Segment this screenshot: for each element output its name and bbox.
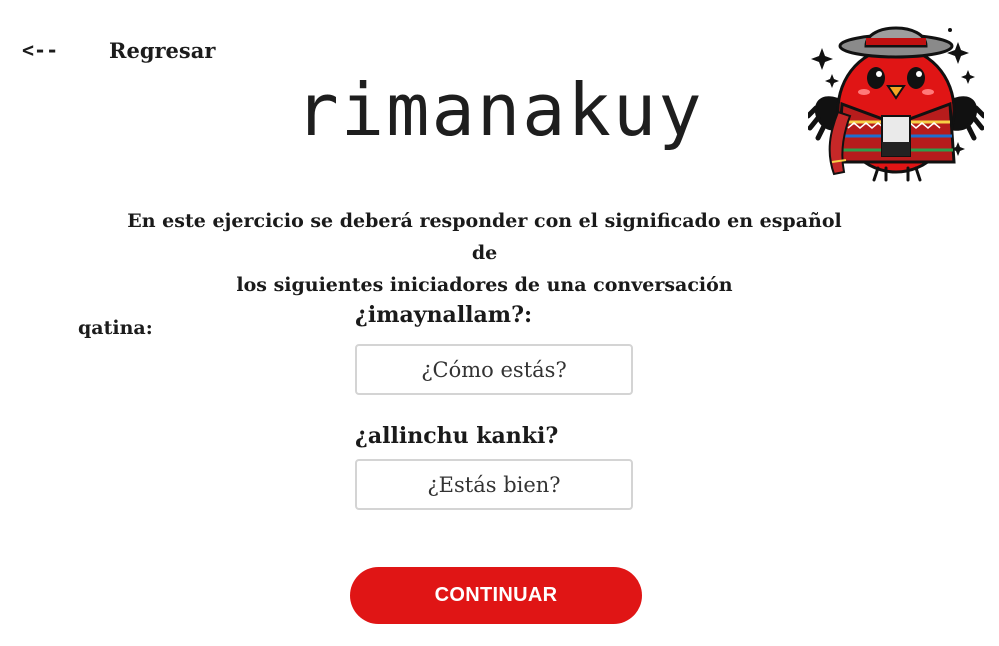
back-link[interactable]: Regresar (109, 38, 215, 63)
instructions-line-1: En este ejercicio se deberá responder co… (127, 210, 842, 264)
answer-1-input[interactable] (355, 344, 633, 395)
bird-mascot-icon (808, 26, 984, 182)
continue-button[interactable]: CONTINUAR (350, 567, 642, 624)
answer-2-input[interactable] (355, 459, 633, 510)
question-2-label: ¿allinchu kanki? (355, 423, 559, 449)
back-arrow-icon[interactable]: <-- (22, 38, 58, 62)
instructions-text: En este ejercicio se deberá responder co… (120, 205, 849, 301)
section-label: qatina: (78, 317, 153, 339)
instructions-line-2: los siguientes iniciadores de una conver… (236, 274, 733, 296)
question-1-label: ¿imaynallam?: (355, 302, 533, 328)
